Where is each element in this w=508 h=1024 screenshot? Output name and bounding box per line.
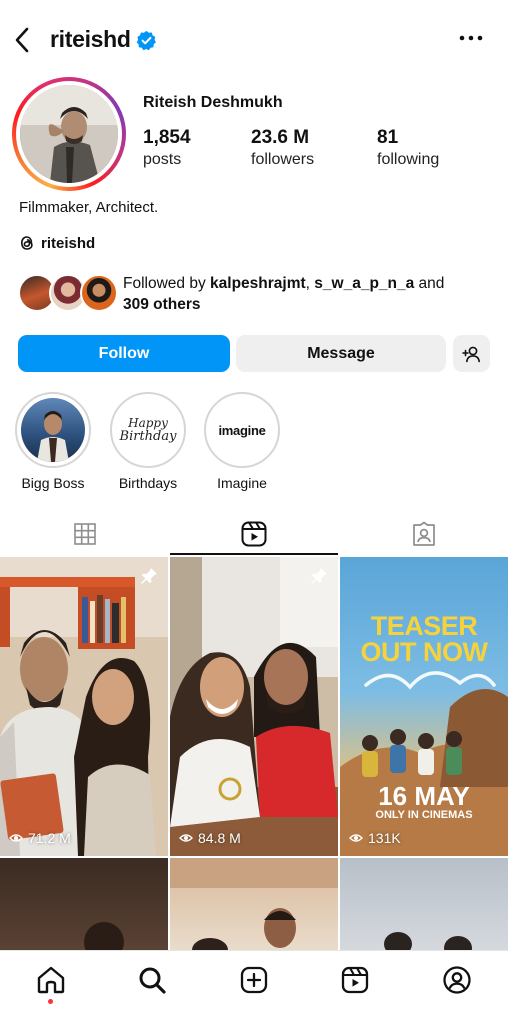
reel-view-count: 84.8 M: [179, 830, 241, 846]
threads-link[interactable]: riteishd: [19, 232, 95, 254]
views-eye-icon: [349, 834, 363, 842]
reels-icon: [241, 521, 266, 547]
views-eye-icon: [179, 834, 193, 842]
mutual-followers-avatars[interactable]: [18, 274, 118, 314]
mutual-user-2: s_w_a_p_n_a: [314, 275, 415, 292]
followed-by-prefix: Followed by: [123, 275, 211, 292]
reel-thumbnail-image: [384, 932, 472, 950]
followed-by-and: and: [414, 275, 445, 292]
stat-following[interactable]: 81 following: [377, 127, 439, 169]
reel-thumbnail[interactable]: [340, 858, 508, 950]
imagine-logo-text: imagine: [218, 422, 266, 438]
highlight-photo: [37, 411, 69, 462]
pinned-icon: [311, 568, 327, 584]
views-eye-icon: [9, 834, 23, 842]
reel-thumbnail-image: [170, 858, 338, 950]
message-button[interactable]: Message: [236, 335, 446, 372]
notification-dot: [48, 999, 53, 1004]
followers-label: followers: [251, 151, 315, 168]
home-icon[interactable]: [36, 965, 66, 995]
reel-view-count: 71.2 M: [9, 830, 71, 846]
active-tab-indicator: [170, 553, 338, 555]
highlight-cover: [21, 398, 85, 462]
poster-release-note: ONLY IN CINEMAS: [375, 809, 473, 821]
back-arrow-icon[interactable]: [10, 24, 36, 56]
profile-content-tabs: [0, 512, 508, 556]
highlight-label: Imagine: [217, 475, 267, 491]
reel-view-count-value: 131K: [368, 830, 401, 846]
mutual-followers-text[interactable]: Followed by kalpeshrajmt, s_w_a_p_n_a an…: [123, 273, 483, 315]
reel-view-count-value: 71.2 M: [28, 830, 71, 846]
tab-tagged[interactable]: [339, 512, 508, 556]
reel-view-count: 131K: [349, 830, 401, 846]
reel-view-count-value: 84.8 M: [198, 830, 241, 846]
profile-full-name: Riteish Deshmukh: [143, 94, 283, 111]
reel-thumbnail[interactable]: 71.2 M: [0, 557, 168, 856]
profile-avatar: [20, 85, 118, 183]
stat-followers[interactable]: 23.6 M followers: [251, 127, 314, 169]
profile-nav-icon[interactable]: [442, 965, 472, 995]
avatar-photo: [20, 85, 118, 183]
highlight-ring: [15, 392, 91, 468]
birthday-art-line-1: Happy: [128, 415, 168, 430]
profile-avatar-story-ring[interactable]: [12, 77, 126, 191]
reels-nav-icon[interactable]: [340, 965, 370, 995]
tagged-icon: [412, 521, 435, 546]
highlight-cover: imagine: [210, 398, 274, 462]
followed-by-separator: ,: [305, 275, 315, 292]
tab-reels[interactable]: [169, 512, 338, 556]
create-post-icon[interactable]: [239, 965, 269, 995]
add-user-icon: [461, 346, 480, 362]
grid-icon: [73, 523, 96, 545]
profile-header: riteishd: [0, 18, 508, 64]
highlight-imagine[interactable]: imagine Imagine: [204, 392, 280, 491]
highlight-ring: Happy Birthday: [110, 392, 186, 468]
posts-label: posts: [143, 151, 182, 168]
threads-icon: [20, 236, 33, 250]
threads-handle: riteishd: [41, 234, 96, 252]
pinned-icon: [141, 568, 157, 584]
highlight-bigg-boss[interactable]: Bigg Boss: [15, 392, 91, 491]
mutual-others-count: 309 others: [123, 296, 201, 313]
reel-thumbnail[interactable]: 84.8 M: [170, 557, 338, 856]
posts-count: 1,854: [143, 127, 191, 148]
avatar-border: [16, 81, 122, 187]
highlight-cover: Happy Birthday: [116, 398, 180, 462]
birthday-art-line-2: Birthday: [119, 428, 177, 444]
search-icon[interactable]: [137, 965, 167, 995]
reel-thumbnail[interactable]: [170, 858, 338, 950]
mutual-avatar-3: [80, 274, 118, 312]
reel-thumbnail-teaser-poster[interactable]: TEASER OUT NOW 16 MAY ONLY IN CINEMAS 13…: [340, 557, 508, 856]
poster-release-date: 16 MAY: [378, 781, 470, 811]
mutual-user-1: kalpeshrajmt: [210, 275, 306, 292]
following-count: 81: [377, 127, 399, 148]
suggested-users-button[interactable]: [453, 335, 490, 372]
bottom-navigation-bar: [0, 950, 508, 1024]
follow-button[interactable]: Follow: [18, 335, 230, 372]
tab-posts-grid[interactable]: [0, 512, 169, 556]
following-label: following: [377, 151, 440, 168]
highlight-birthdays[interactable]: Happy Birthday Birthdays: [110, 392, 186, 491]
profile-bio: Filmmaker, Architect.: [19, 199, 159, 216]
reel-thumbnail-image: [170, 557, 338, 856]
followers-count: 23.6 M: [251, 127, 310, 148]
poster-title-line-2: OUT NOW: [360, 637, 488, 667]
reel-thumbnail-image: [84, 922, 124, 950]
stat-posts[interactable]: 1,854 posts: [143, 127, 191, 169]
highlight-ring: imagine: [204, 392, 280, 468]
verified-badge-icon: [136, 30, 156, 51]
reel-thumbnail[interactable]: [0, 858, 168, 950]
more-options-icon[interactable]: [458, 34, 484, 42]
header-username: riteishd: [50, 26, 131, 52]
reel-thumbnail-image: [0, 557, 168, 856]
